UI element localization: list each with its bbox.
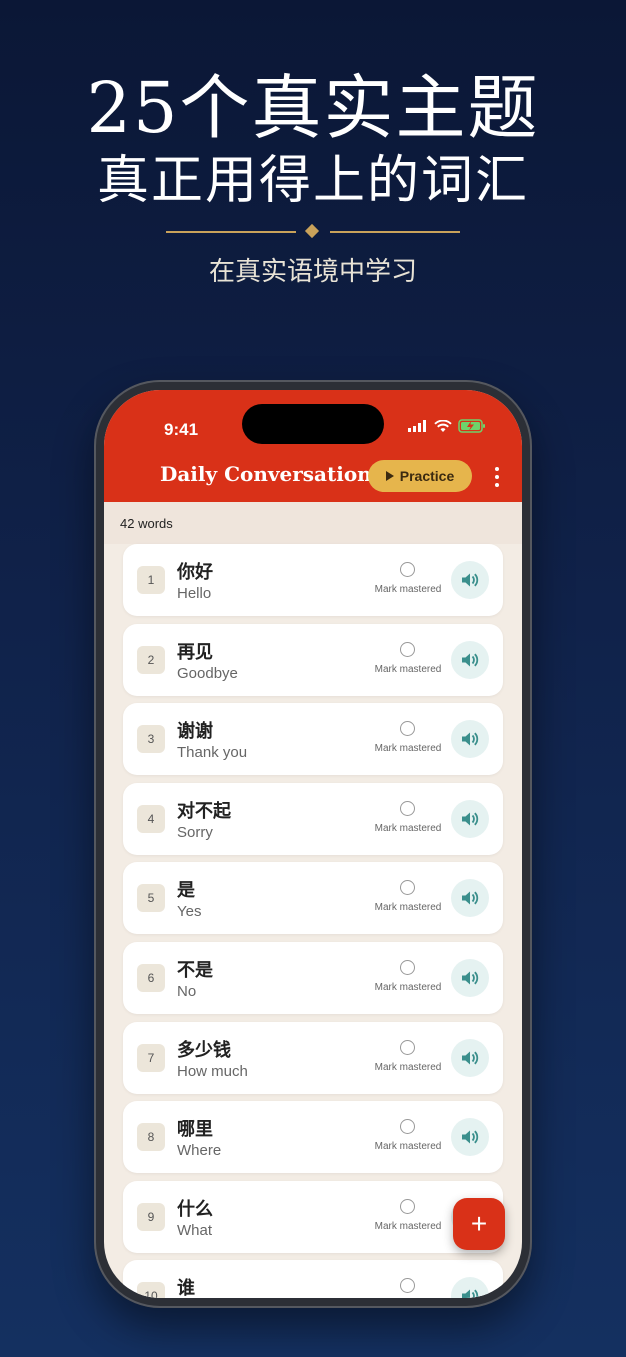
word-chinese: 不是 [177, 960, 213, 981]
word-card[interactable]: 9 什么 What Mark mastered [123, 1180, 503, 1253]
word-card[interactable]: 3 谢谢 Thank you Mark mastered [123, 703, 503, 776]
mastered-label: Mark mastered [374, 584, 442, 595]
word-number: 1 [137, 566, 165, 594]
mastered-checkbox[interactable] [400, 880, 415, 896]
word-number: 8 [137, 1123, 165, 1152]
word-card[interactable]: 6 不是 No Mark mastered [123, 942, 503, 1014]
word-chinese: 哪里 [177, 1119, 213, 1141]
mastered-checkbox[interactable] [400, 1278, 415, 1294]
word-count-bar: 42 words [104, 502, 522, 544]
mastered-label: Mark mastered [374, 1061, 442, 1073]
word-card[interactable]: 10谁Mark mastered [123, 1260, 503, 1298]
divider-line-right [330, 231, 460, 233]
play-icon [385, 471, 394, 481]
screen-title: Daily Conversation [160, 462, 372, 486]
phone-frame: 9:41 Daily Conversation Practice 42 word… [94, 380, 532, 1308]
word-number: 10 [137, 1282, 165, 1298]
speaker-icon[interactable] [451, 1118, 489, 1157]
wifi-icon [434, 419, 452, 432]
practice-label: Practice [399, 468, 455, 484]
hero-title: 25个真实主题 [86, 67, 540, 149]
word-english: What [177, 1221, 213, 1239]
speaker-icon[interactable] [451, 1038, 489, 1077]
word-english: Where [177, 1142, 222, 1160]
word-english: How much [177, 1062, 248, 1080]
mastered-label: Mark mastered [374, 1141, 442, 1153]
word-number: 5 [137, 884, 165, 913]
word-number: 4 [137, 804, 165, 833]
word-english: No [177, 983, 197, 1000]
phone-screen: 9:41 Daily Conversation Practice 42 word… [104, 390, 522, 1298]
speaker-icon[interactable] [451, 1277, 489, 1298]
diamond-icon [304, 223, 320, 239]
mastered-label: Mark mastered [374, 902, 442, 914]
word-card[interactable]: 4 对不起 Sorry Mark mastered [123, 782, 503, 855]
mastered-label: Mark mastered [374, 822, 442, 834]
word-chinese: 谁 [177, 1278, 195, 1298]
word-english: Goodbye [177, 664, 238, 682]
hero-subtitle: 真正用得上的词汇 [96, 151, 529, 211]
speaker-icon[interactable] [451, 959, 489, 997]
mastered-checkbox[interactable] [400, 721, 415, 737]
app-header: 9:41 Daily Conversation Practice [104, 390, 522, 502]
mastered-checkbox[interactable] [400, 1119, 415, 1135]
mastered-checkbox[interactable] [400, 1039, 415, 1055]
mastered-checkbox[interactable] [400, 1198, 415, 1214]
mastered-label: Mark mastered [374, 1220, 442, 1232]
dynamic-island [242, 404, 384, 444]
word-english: Yes [177, 903, 202, 921]
word-number: 7 [137, 1043, 165, 1072]
word-number: 9 [137, 1202, 165, 1231]
word-chinese: 对不起 [177, 800, 231, 822]
word-card[interactable]: 5 是 Yes Mark mastered [123, 862, 503, 935]
hero-tagline: 在真实语境中学习 [208, 257, 417, 287]
mastered-checkbox[interactable] [400, 562, 415, 577]
word-chinese: 是 [177, 880, 195, 902]
word-chinese: 什么 [177, 1198, 213, 1220]
mastered-checkbox[interactable] [400, 641, 415, 657]
mastered-checkbox[interactable] [400, 800, 415, 816]
battery-charging-icon [458, 419, 485, 433]
word-card[interactable]: 2 再见 Goodbye Mark mastered [123, 623, 503, 696]
speaker-icon[interactable] [451, 640, 489, 679]
status-time: 9:41 [164, 420, 199, 439]
practice-button[interactable]: Practice [368, 460, 472, 492]
mastered-checkbox[interactable] [400, 960, 415, 975]
divider-line-left [166, 231, 296, 233]
speaker-icon[interactable] [451, 561, 489, 599]
status-icons [408, 414, 486, 438]
speaker-icon[interactable] [451, 799, 489, 838]
word-number: 3 [137, 725, 165, 754]
word-chinese: 多少钱 [177, 1039, 231, 1061]
word-number: 2 [137, 645, 165, 674]
word-card[interactable]: 7 多少钱 How much Mark mastered [123, 1021, 503, 1094]
word-chinese: 谢谢 [177, 721, 213, 743]
word-english: Sorry [177, 823, 213, 841]
word-list: 1 你好 Hello Mark mastered 2 再见 Goodbye Mark mast… [104, 544, 522, 1298]
word-card[interactable]: 1 你好 Hello Mark mastered [123, 544, 503, 616]
signal-icon [408, 420, 426, 432]
word-count: 42 words [120, 516, 173, 531]
word-chinese: 你好 [177, 562, 213, 583]
word-chinese: 再见 [177, 641, 213, 663]
word-english: Hello [177, 585, 212, 602]
word-english: Thank you [177, 744, 248, 762]
word-number: 6 [137, 964, 165, 992]
add-word-button[interactable]: + [453, 1198, 505, 1250]
ornament-divider [166, 223, 460, 240]
more-vertical-icon[interactable] [494, 467, 500, 487]
word-card[interactable]: 8 哪里 Where Mark mastered [123, 1101, 503, 1174]
mastered-label: Mark mastered [374, 982, 442, 993]
speaker-icon[interactable] [451, 720, 489, 759]
mastered-label: Mark mastered [374, 663, 442, 675]
speaker-icon[interactable] [451, 879, 489, 918]
mastered-label: Mark mastered [374, 743, 442, 755]
